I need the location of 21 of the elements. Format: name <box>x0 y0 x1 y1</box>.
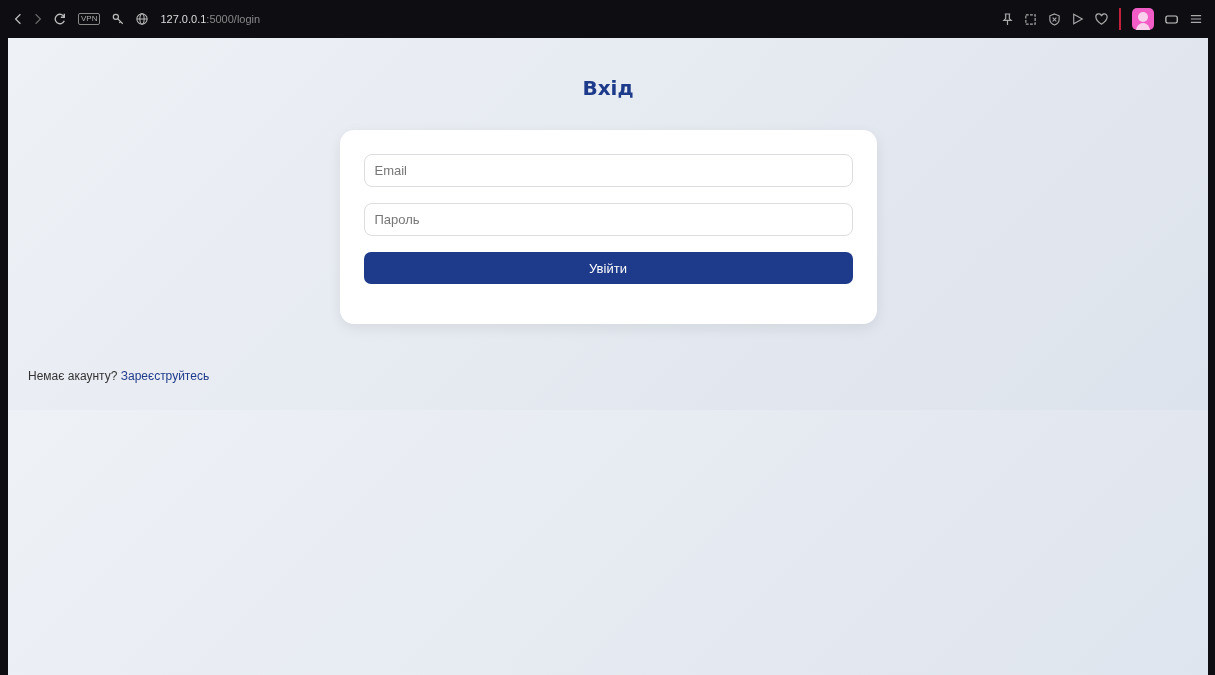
no-account-text: Немає акаунту? <box>28 369 118 383</box>
menu-icon[interactable] <box>1190 13 1202 25</box>
heart-icon[interactable] <box>1095 12 1108 26</box>
avatar-icon[interactable] <box>1132 8 1154 30</box>
pin-icon[interactable] <box>1002 12 1013 26</box>
login-button[interactable]: Увійти <box>363 252 853 284</box>
vpn-badge[interactable]: VPN <box>78 13 101 25</box>
play-icon[interactable] <box>1072 13 1084 25</box>
password-field[interactable]: Пароль <box>363 203 853 236</box>
key-icon[interactable] <box>112 13 125 25</box>
back-icon[interactable] <box>14 13 22 25</box>
reload-icon[interactable] <box>54 13 66 25</box>
sidebar-icon[interactable] <box>1165 13 1179 25</box>
screenshot-icon[interactable] <box>1024 12 1037 26</box>
email-field[interactable]: Email <box>363 154 853 187</box>
globe-icon[interactable] <box>136 13 149 25</box>
address-bar[interactable]: 127.0.0.1:5000/login <box>160 13 261 25</box>
page-title: Вхід <box>582 76 634 100</box>
shield-icon[interactable] <box>1048 12 1061 26</box>
forward-icon[interactable] <box>34 13 42 25</box>
register-link[interactable]: Зареєструйтесь <box>120 369 210 383</box>
